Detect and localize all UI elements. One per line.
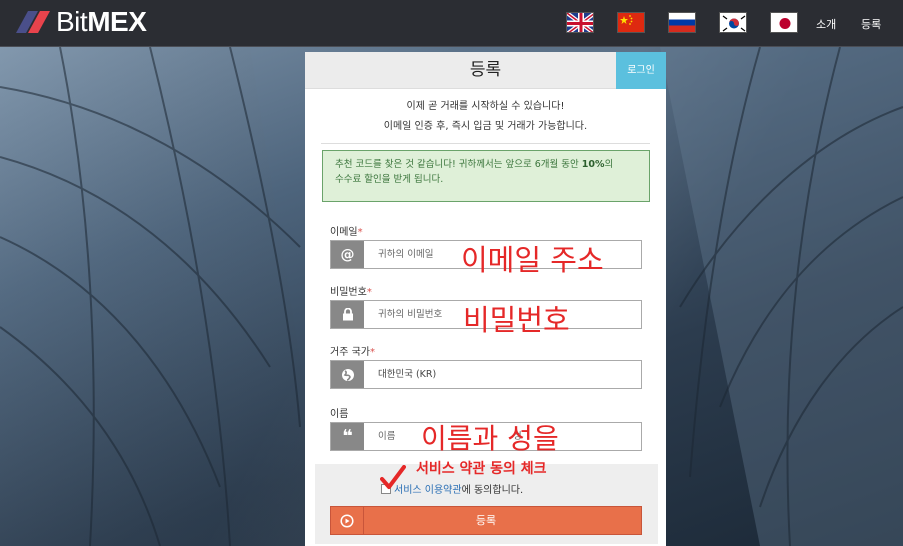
intro-line-2: 이메일 인증 후, 즉시 입금 및 거래가 가능합니다. bbox=[383, 121, 588, 132]
annotation-terms: 서비스 약관 동의 체크 bbox=[416, 461, 547, 477]
bitmex-logo[interactable]: BitMEX bbox=[14, 6, 147, 37]
annotation-name: 이름과 성을 bbox=[421, 422, 559, 455]
divider bbox=[321, 143, 650, 144]
login-tab[interactable]: 로그인 bbox=[616, 52, 666, 89]
top-navbar: BitMEX 소개 등록 bbox=[0, 0, 903, 47]
bitmex-logo-icon bbox=[16, 11, 50, 33]
name-label: 이름 bbox=[330, 409, 349, 420]
referral-alert: 추천 코드를 찾은 것 같습니다! 귀하께서는 앞으로 6개월 동안 10%의 … bbox=[322, 150, 650, 202]
submit-label: 등록 bbox=[475, 514, 497, 527]
nav-about-link[interactable]: 소개 bbox=[816, 16, 836, 32]
intro-text: 이제 곧 거래를 시작하실 수 있습니다! 이메일 인증 후, 즉시 입금 및 … bbox=[305, 97, 666, 137]
page-title: 등록 bbox=[469, 60, 502, 80]
register-submit-button[interactable]: 등록 bbox=[330, 506, 642, 535]
quote-icon: ❝ bbox=[331, 423, 364, 450]
lock-icon bbox=[331, 301, 364, 328]
country-select[interactable]: 대한민국 (KR) bbox=[330, 360, 642, 389]
at-sign-icon: @ bbox=[331, 241, 364, 268]
logo-text: BitMEX bbox=[56, 6, 147, 37]
red-checkmark-icon bbox=[380, 465, 406, 489]
flag-china-icon[interactable] bbox=[617, 12, 645, 33]
language-flags bbox=[566, 12, 821, 33]
password-label: 비밀번호* bbox=[330, 287, 372, 298]
email-label: 이메일* bbox=[330, 227, 363, 238]
flag-uk-icon[interactable] bbox=[566, 12, 594, 33]
flag-japan-icon[interactable] bbox=[770, 12, 798, 33]
country-label: 거주 국가* bbox=[330, 347, 375, 358]
flag-russia-icon[interactable] bbox=[668, 12, 696, 33]
play-circle-icon bbox=[331, 507, 364, 534]
intro-line-1: 이제 곧 거래를 시작하실 수 있습니다! bbox=[406, 101, 565, 112]
terms-suffix: 에 동의합니다. bbox=[461, 485, 524, 496]
globe-icon bbox=[331, 361, 364, 388]
annotation-email: 이메일 주소 bbox=[461, 243, 604, 277]
card-header: 등록 로그인 bbox=[305, 52, 666, 89]
flag-korea-icon[interactable] bbox=[719, 12, 747, 33]
nav-register-link[interactable]: 등록 bbox=[861, 16, 881, 32]
annotation-password: 비밀번호 bbox=[463, 303, 570, 337]
country-value: 대한민국 (KR) bbox=[378, 369, 437, 380]
